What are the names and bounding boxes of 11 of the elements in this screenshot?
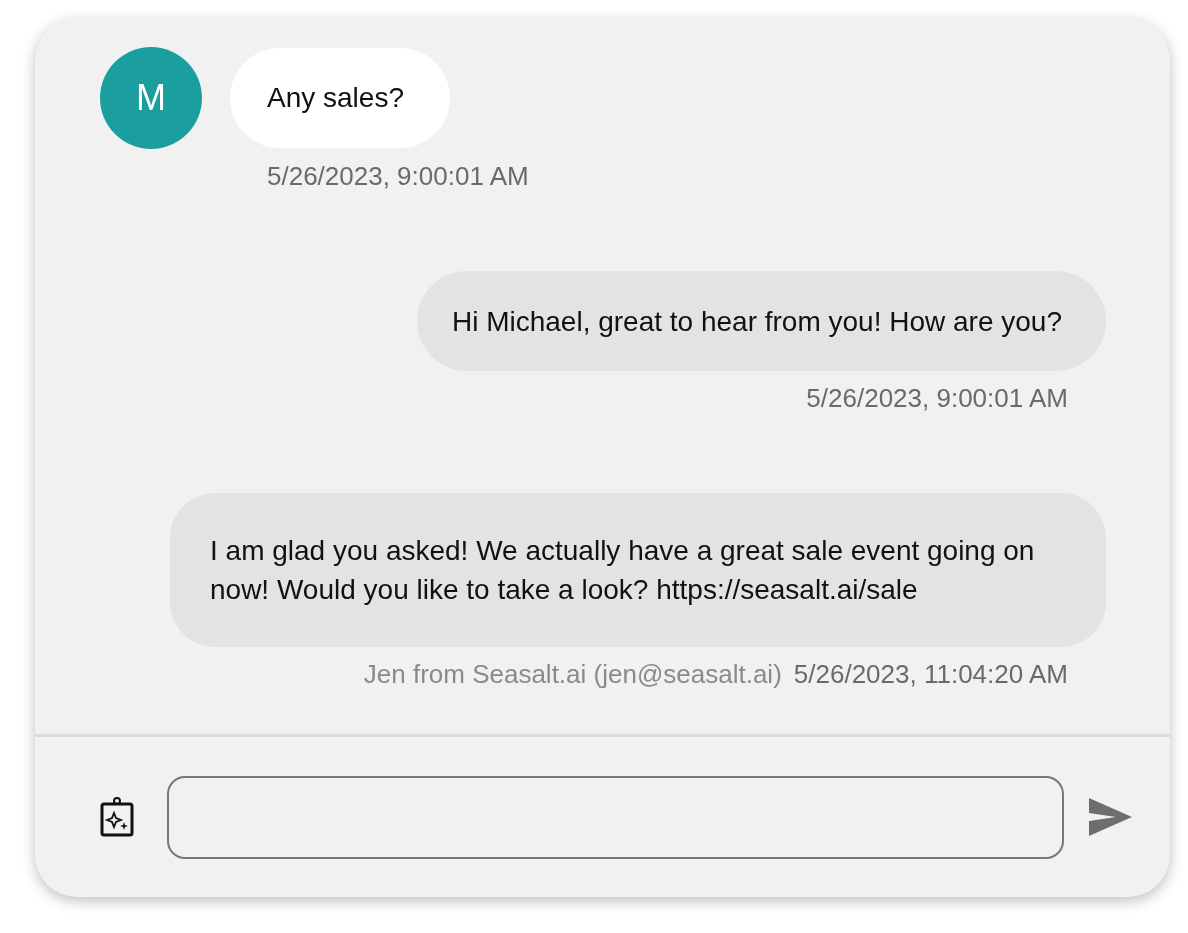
avatar: M (100, 47, 202, 149)
timestamp: 5/26/2023, 9:00:01 AM (806, 382, 1068, 415)
timestamp: 5/26/2023, 9:00:01 AM (267, 160, 529, 193)
message-bubble: I am glad you asked! We actually have a great sale event going on now! Would you like to take a look? https://seasalt.ai/sale (170, 493, 1106, 647)
clipboard-sparkle-icon[interactable] (99, 797, 135, 837)
sender-name: Jen from Seasalt.ai (jen@seasalt.ai) (363, 658, 782, 691)
message-bubble: Hi Michael, great to hear from you! How are you? (416, 271, 1106, 371)
timestamp: 5/26/2023, 11:04:20 AM (793, 658, 1068, 691)
message-input[interactable] (167, 775, 1064, 859)
send-icon[interactable] (1088, 798, 1132, 836)
message-bubble: Any sales? (230, 48, 450, 148)
